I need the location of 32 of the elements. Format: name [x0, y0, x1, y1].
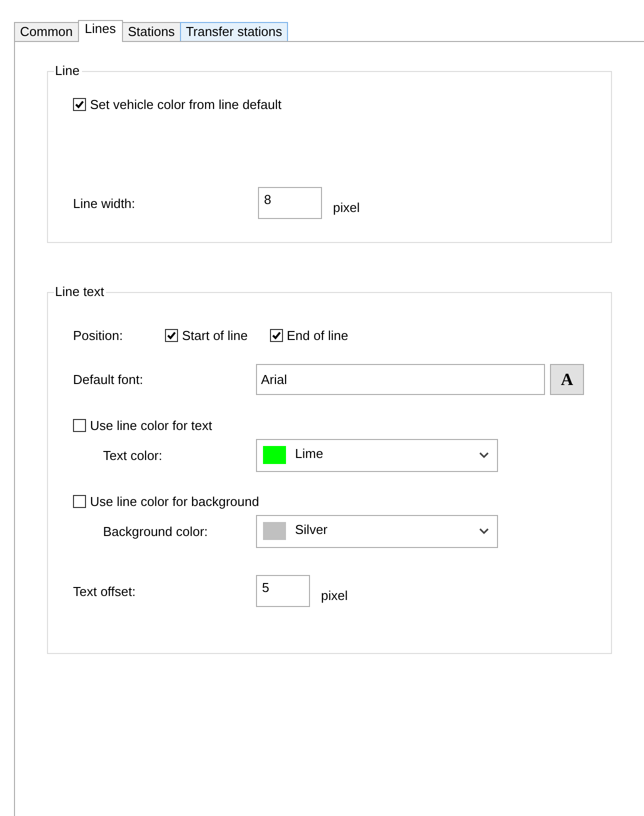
color-dropdown[interactable]: Silver [256, 514, 498, 548]
field-label: Line width: [73, 196, 136, 210]
number-field[interactable]: 8 [258, 187, 322, 219]
font-button[interactable]: A [550, 364, 584, 395]
field-label: Default font: [73, 372, 144, 387]
unit-label: pixel [321, 586, 348, 602]
tab[interactable]: Lines [78, 20, 123, 42]
checkbox[interactable] [73, 495, 86, 508]
checkbox-label[interactable]: Use line color for background [90, 494, 260, 509]
tab[interactable]: Common [14, 22, 79, 41]
tab[interactable]: Stations [122, 22, 181, 41]
checkbox-label[interactable]: Set vehicle color from line default [90, 97, 282, 112]
chevron-down-icon [479, 528, 489, 534]
unit-label: pixel [333, 198, 360, 214]
number-field[interactable]: 5 [256, 575, 310, 607]
color-dropdown[interactable]: Lime [256, 438, 498, 472]
field-label: Text color: [102, 448, 164, 462]
checkbox-label[interactable]: Use line color for text [90, 418, 212, 433]
checkbox[interactable] [165, 328, 178, 342]
field-label: Text offset: [73, 584, 137, 598]
field-label: Background color: [102, 524, 209, 538]
checkbox[interactable] [73, 419, 86, 432]
tab[interactable]: Transfer stations [180, 22, 288, 41]
checkbox[interactable] [73, 98, 86, 111]
dropdown-value: Lime [295, 446, 324, 462]
dropdown-value: Silver [295, 522, 329, 538]
field-label: Position: [73, 328, 124, 342]
chevron-down-icon [479, 452, 489, 458]
checkbox-label[interactable]: End of line [286, 328, 348, 342]
checkbox[interactable] [270, 328, 283, 342]
checkbox-label[interactable]: Start of line [182, 328, 248, 342]
font-field[interactable]: Arial [256, 364, 545, 395]
